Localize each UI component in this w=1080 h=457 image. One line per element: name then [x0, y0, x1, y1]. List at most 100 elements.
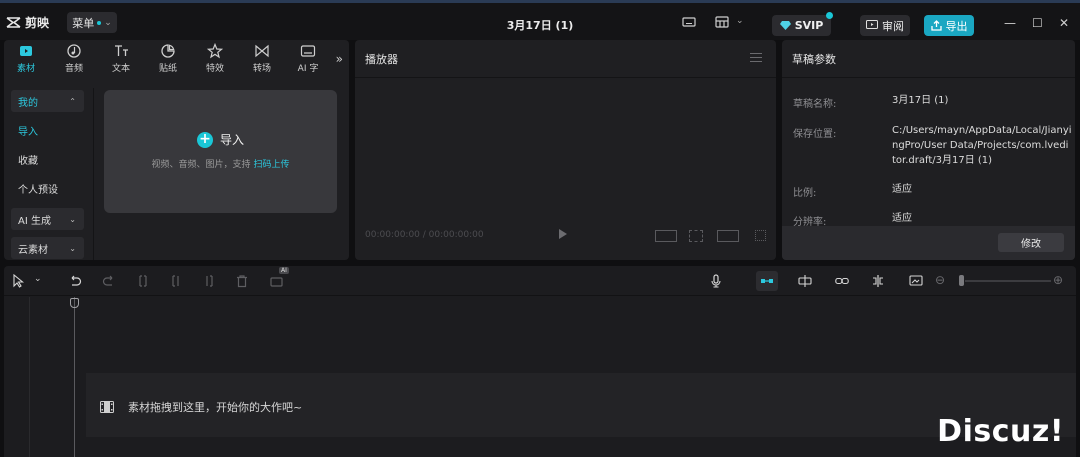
- export-upload-icon: [930, 20, 942, 31]
- ai-edit-icon[interactable]: AI: [270, 267, 289, 288]
- tab-text[interactable]: 文本: [105, 43, 137, 74]
- param-label-location: 保存位置:: [793, 129, 837, 140]
- track-header-divider: [29, 297, 30, 457]
- main-track-magnet-icon[interactable]: [756, 271, 778, 291]
- layout-icon[interactable]: [715, 15, 729, 29]
- drop-hint-text: 素材拖拽到这里，开始你的大作吧~: [128, 401, 303, 414]
- import-hint: 视频、音频、图片，支持: [151, 160, 251, 170]
- chevron-down-icon: ⌄: [69, 243, 76, 253]
- sidebar-label: 收藏: [18, 155, 38, 167]
- playhead-line[interactable]: [74, 297, 75, 457]
- sticker-icon: [161, 44, 175, 58]
- trim-right-icon[interactable]: [202, 274, 216, 288]
- ai-text-icon: [300, 45, 316, 57]
- split-icon[interactable]: [136, 274, 150, 288]
- import-subtitle: 视频、音频、图片，支持 扫码上传: [104, 157, 337, 170]
- undo-icon[interactable]: [68, 274, 82, 288]
- tab-media[interactable]: 素材: [10, 43, 42, 74]
- import-dropzone[interactable]: + 导入 视频、音频、图片，支持 扫码上传: [104, 90, 337, 213]
- export-label: 导出: [945, 19, 968, 33]
- minimize-icon[interactable]: —: [1004, 17, 1016, 29]
- ratio-icon[interactable]: [655, 230, 677, 242]
- draft-params-title: 草稿参数: [792, 52, 836, 66]
- play-icon[interactable]: [559, 229, 567, 239]
- review-label: 审阅: [882, 19, 904, 33]
- sidebar-label: 云素材: [18, 244, 48, 256]
- audio-icon: [67, 44, 81, 58]
- player-header: 播放器: [355, 40, 776, 78]
- menu-button[interactable]: 菜单 ⌄: [67, 12, 117, 33]
- sidebar-item-mine[interactable]: 我的 ⌃: [11, 90, 84, 112]
- film-strip-icon: [100, 401, 114, 413]
- param-label-ratio: 比例:: [793, 188, 817, 199]
- fullscreen-icon[interactable]: [755, 230, 766, 241]
- redo-icon[interactable]: [102, 274, 116, 288]
- import-title: + 导入: [104, 131, 337, 148]
- tab-transition[interactable]: 转场: [246, 43, 278, 74]
- plus-icon: +: [196, 131, 213, 148]
- timeline-toolbar: ⌄ AI ⊖ ⊕: [4, 266, 1076, 296]
- sidebar-item-ai-generate[interactable]: AI 生成 ⌄: [11, 208, 84, 230]
- sidebar-label: 我的: [18, 97, 38, 109]
- maximize-icon[interactable]: ☐: [1032, 17, 1043, 29]
- close-icon[interactable]: ✕: [1059, 17, 1069, 29]
- forum-watermark: Discuz!: [937, 414, 1064, 449]
- app-name: 剪映: [25, 16, 50, 30]
- param-value-resolution: 适应: [892, 213, 912, 224]
- playhead-handle[interactable]: [70, 298, 79, 308]
- thumbnail-toggle-icon[interactable]: [909, 274, 923, 288]
- export-button[interactable]: 导出: [924, 15, 974, 36]
- tab-label: 转场: [252, 64, 271, 74]
- sidebar-label: 个人预设: [18, 184, 58, 196]
- tab-ai-text[interactable]: AI 字: [292, 43, 324, 74]
- draft-params-panel: 草稿参数 草稿名称: 3月17日 (1) 保存位置: C:/Users/mayn…: [782, 40, 1075, 260]
- param-value-ratio: 适应: [892, 184, 912, 195]
- ai-badge: AI: [279, 267, 289, 274]
- tab-label: 贴纸: [158, 64, 177, 74]
- zoom-slider-handle[interactable]: [959, 275, 964, 286]
- tab-sticker[interactable]: 贴纸: [152, 43, 184, 74]
- zoom-in-icon[interactable]: ⊕: [1053, 273, 1063, 287]
- sidebar-item-presets[interactable]: 个人预设: [11, 177, 84, 199]
- track-drop-zone[interactable]: 素材拖拽到这里，开始你的大作吧~: [86, 373, 1076, 437]
- tab-label: 音频: [64, 64, 83, 74]
- menu-label: 菜单: [72, 16, 95, 30]
- sidebar-item-import[interactable]: 导入: [11, 119, 84, 141]
- microphone-icon[interactable]: [709, 274, 723, 288]
- chevron-down-icon: ⌄: [69, 214, 76, 224]
- preview-axis-icon[interactable]: [871, 274, 885, 288]
- zoom-out-icon[interactable]: ⊖: [935, 273, 945, 287]
- layout-chevron-icon[interactable]: ⌄: [736, 16, 744, 26]
- player-menu-icon[interactable]: [750, 53, 762, 65]
- fit-screen-icon[interactable]: [689, 230, 703, 242]
- auto-snap-icon[interactable]: [798, 274, 812, 288]
- timeline-panel: ⌄ AI ⊖ ⊕ 素材拖拽到这里，开始你的大作吧~: [4, 266, 1076, 457]
- sidebar-item-cloud[interactable]: 云素材 ⌄: [11, 237, 84, 259]
- delete-icon[interactable]: [235, 274, 249, 288]
- diamond-icon: [779, 21, 791, 30]
- import-label: 导入: [219, 133, 244, 147]
- media-panel: 素材 音频 文本 贴纸 特效 转场 AI 字 » 我的 ⌃ 导入 收藏 个人预设…: [4, 40, 349, 260]
- shortcut-keyboard-icon[interactable]: [682, 15, 696, 29]
- more-tabs-chevron-icon[interactable]: »: [336, 52, 343, 66]
- svip-label: SVIP: [794, 19, 824, 32]
- draft-params-footer: 修改: [782, 226, 1075, 260]
- svip-button[interactable]: SVIP: [772, 12, 833, 36]
- aspect-ratio-icon[interactable]: [717, 230, 739, 242]
- sidebar-item-favorites[interactable]: 收藏: [11, 148, 84, 170]
- link-icon[interactable]: [835, 274, 849, 288]
- player-panel: 播放器 00:00:00:00 / 00:00:00:00: [355, 40, 776, 260]
- trim-left-icon[interactable]: [169, 274, 183, 288]
- app-logo: 剪映: [6, 14, 49, 31]
- effects-icon: [207, 43, 223, 59]
- select-cursor-icon[interactable]: [12, 274, 26, 288]
- tab-audio[interactable]: 音频: [58, 43, 90, 74]
- review-button[interactable]: 审阅: [860, 15, 910, 36]
- scan-upload-link[interactable]: 扫码上传: [253, 160, 289, 170]
- cursor-mode-chevron-icon[interactable]: ⌄: [34, 274, 42, 284]
- zoom-slider-track[interactable]: [965, 280, 1051, 282]
- transition-icon: [255, 44, 269, 58]
- edit-button[interactable]: 修改: [998, 233, 1064, 252]
- tab-effects[interactable]: 特效: [199, 43, 231, 74]
- timeline-track-area[interactable]: 素材拖拽到这里，开始你的大作吧~: [4, 297, 1076, 457]
